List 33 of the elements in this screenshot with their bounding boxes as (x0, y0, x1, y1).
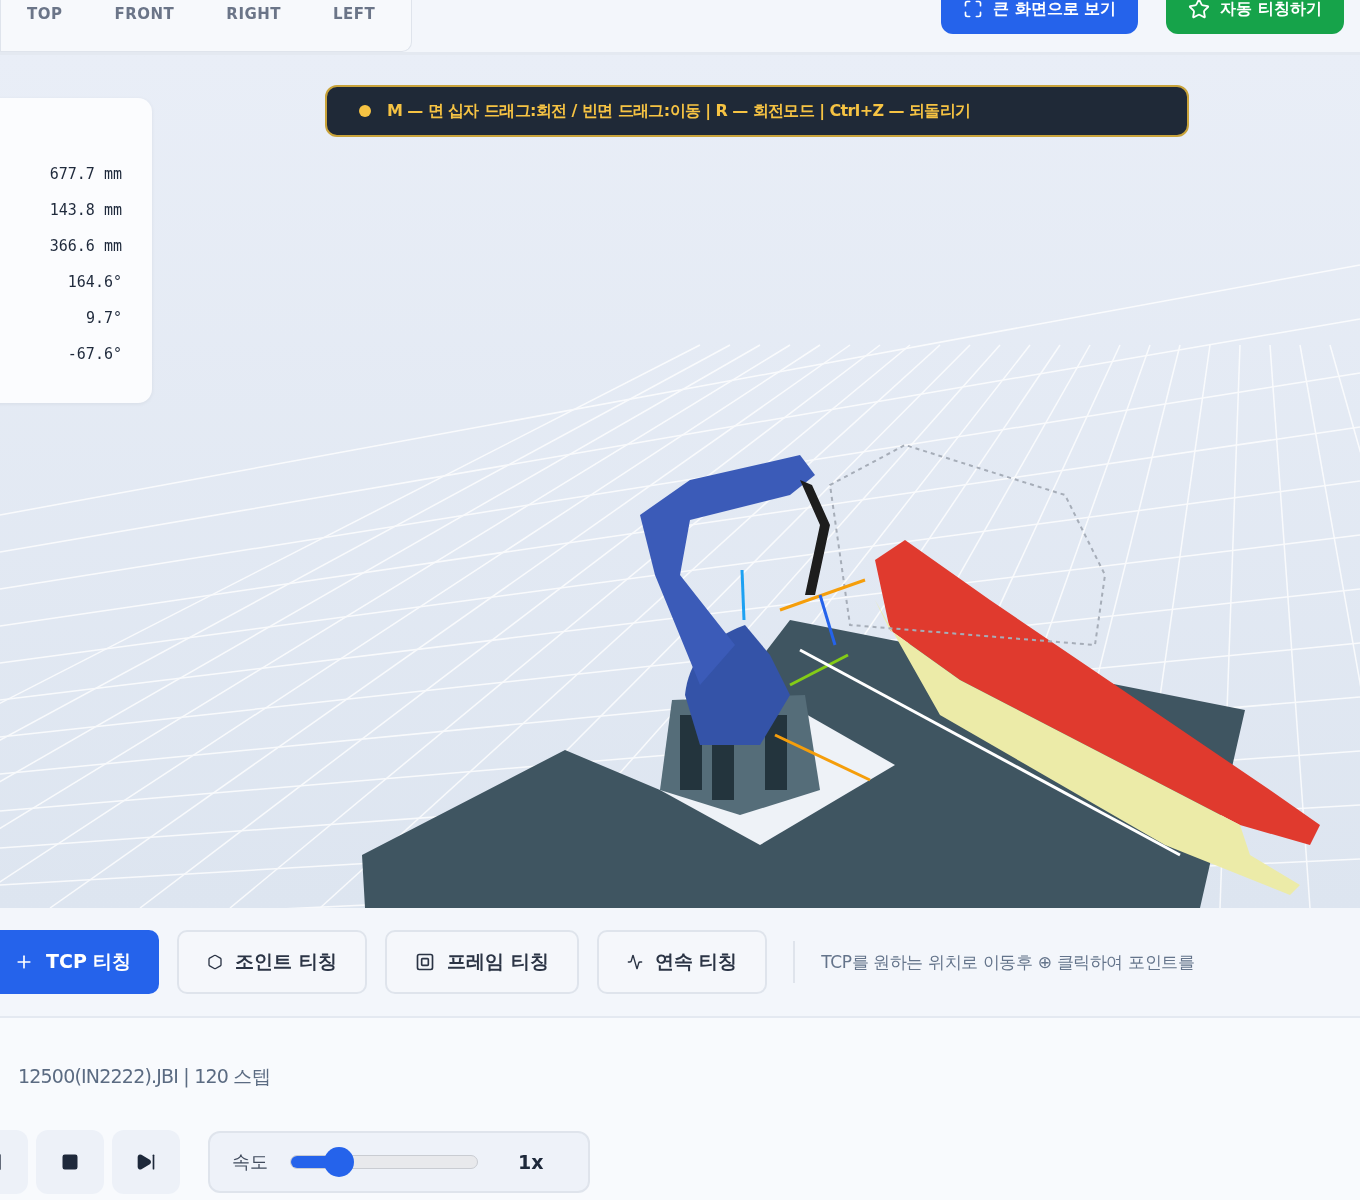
view-tab[interactable]: LEFT (307, 4, 402, 23)
program-info: 12500(IN2222).JBI | 120 스텝 (18, 1064, 270, 1090)
pose-value: 143.8 mm (49, 200, 122, 221)
pose-value: 164.6° (67, 272, 122, 293)
hint-text: M — 면 십자 드래그:회전 / 빈면 드래그:이동 | R — 회전모드 | Ctrl+Z — 되돌리기 (387, 100, 971, 122)
fullscreen-icon (963, 0, 984, 19)
stop-button[interactable] (36, 1130, 104, 1194)
teach-mode-tab[interactable]: 연속 티칭 (596, 930, 768, 994)
slider-thumb[interactable] (323, 1147, 354, 1177)
frame-icon (415, 952, 436, 972)
header-button[interactable]: 자동 티칭하기 (1166, 0, 1344, 34)
pose-value: -67.6° (67, 344, 122, 365)
step-forward-icon (136, 1152, 156, 1172)
header-button[interactable]: 큰 화면으로 보기 (941, 0, 1139, 34)
speed-slider[interactable] (290, 1147, 478, 1177)
pose-value: 677.7 mm (49, 164, 122, 185)
pose-value: 9.7° (85, 308, 122, 329)
teach-mode-tab[interactable]: TCP 티칭 (0, 930, 160, 994)
teach-mode-tab[interactable]: 조인트 티칭 (177, 930, 368, 994)
hexagon-icon (207, 954, 224, 970)
view-tab[interactable]: TOP (1, 4, 89, 23)
teach-mode-tab[interactable]: 프레임 티칭 (385, 930, 579, 994)
speed-label: 속도 (232, 1150, 268, 1174)
view-tab[interactable]: FRONT (88, 4, 201, 23)
view-tab[interactable]: RIGHT (200, 4, 308, 23)
teach-hint: TCP를 원하는 위치로 이동후 ⊕ 클릭하여 포인트를 (821, 950, 1195, 974)
stop-icon (61, 1153, 79, 1171)
speed-value: 1x (518, 1151, 544, 1173)
wave-icon (626, 954, 643, 970)
pose-value: 366.6 mm (49, 236, 122, 257)
star-icon (1188, 0, 1211, 20)
status-dot (359, 105, 371, 117)
step-button[interactable] (112, 1130, 180, 1194)
